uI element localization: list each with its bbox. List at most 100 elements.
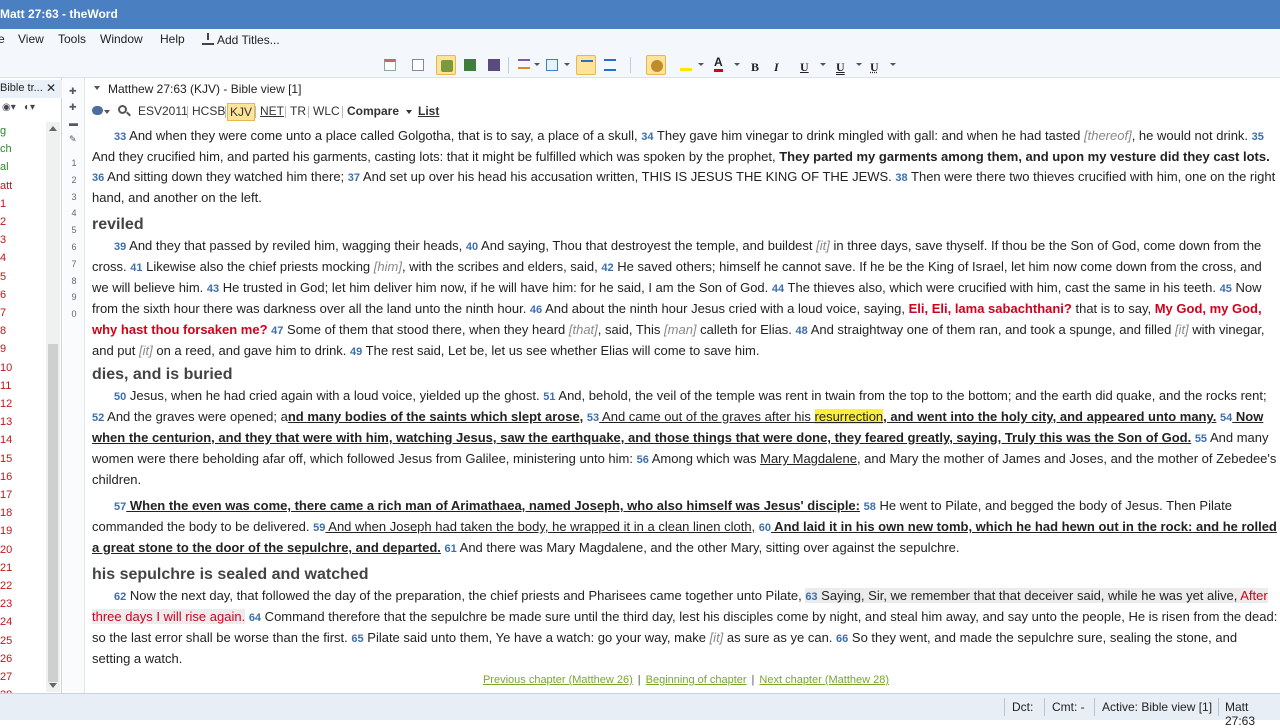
number-shortcut[interactable]: 3 <box>63 192 85 202</box>
number-shortcut[interactable]: 5 <box>63 225 85 235</box>
menu-edit-partial[interactable]: e <box>0 32 5 46</box>
verse-number[interactable]: 36 <box>92 172 104 184</box>
tree-item[interactable]: 27 <box>0 670 12 684</box>
compare-button[interactable]: Compare <box>345 103 414 119</box>
list-link[interactable]: List <box>416 103 441 119</box>
tree-item[interactable]: 19 <box>0 524 12 538</box>
verse-number[interactable]: 33 <box>114 131 126 143</box>
verse-number[interactable]: 56 <box>637 454 649 466</box>
calendar-button[interactable] <box>380 55 400 75</box>
tree-item[interactable]: att <box>0 179 12 193</box>
tree-item[interactable]: 15 <box>0 452 12 466</box>
font-color-button[interactable]: A <box>710 55 730 75</box>
tree-item[interactable]: 14 <box>0 433 12 447</box>
layout-dropdown-arrow[interactable] <box>564 63 570 66</box>
verse-number[interactable]: 51 <box>543 391 555 403</box>
tree-item[interactable]: 10 <box>0 361 12 375</box>
number-shortcut[interactable]: 7 <box>63 259 85 269</box>
tree-item[interactable]: 5 <box>0 270 6 284</box>
double-underline-dropdown-arrow[interactable] <box>856 63 862 66</box>
tree-item[interactable]: 20 <box>0 543 12 557</box>
tree-item[interactable]: 2 <box>0 215 6 229</box>
verse-number[interactable]: 42 <box>601 262 613 274</box>
tree-item[interactable]: ch <box>0 142 12 156</box>
number-shortcut[interactable]: 4 <box>63 208 85 218</box>
scroll-down-icon[interactable] <box>49 683 57 688</box>
bold-button[interactable]: B <box>746 55 766 75</box>
verse-number[interactable]: 61 <box>445 543 457 555</box>
collapse-arrow-icon[interactable] <box>94 86 100 90</box>
verse-number[interactable]: 45 <box>1220 283 1232 295</box>
tree-item[interactable]: 18 <box>0 506 12 520</box>
sync-button[interactable] <box>436 55 456 75</box>
tree-item[interactable]: 13 <box>0 415 12 429</box>
verse-number[interactable]: 44 <box>772 283 784 295</box>
verse-number[interactable]: 66 <box>836 633 848 645</box>
layout-button[interactable] <box>542 55 562 75</box>
tree-item[interactable]: 1 <box>0 197 6 211</box>
left-panel-scrollbar[interactable] <box>46 122 60 692</box>
globe-icon[interactable]: ◉▾ <box>2 102 16 113</box>
verse-number[interactable]: 52 <box>92 412 104 424</box>
tree-item[interactable]: al <box>0 160 9 174</box>
menu-view[interactable]: View <box>18 32 44 46</box>
verse-number[interactable]: 35 <box>1252 131 1264 143</box>
verse-number[interactable]: 55 <box>1195 433 1207 445</box>
pen-icon[interactable]: ✎ <box>69 134 79 144</box>
search-icon[interactable] <box>116 104 132 118</box>
tree-item[interactable]: 9 <box>0 342 6 356</box>
verse-number[interactable]: 60 <box>759 522 771 534</box>
verse-number[interactable]: 54 <box>1220 412 1232 424</box>
beginning-of-chapter-link[interactable]: Beginning of chapter <box>646 674 747 686</box>
verse-number[interactable]: 43 <box>207 283 219 295</box>
tab-kjv[interactable]: KJV <box>227 103 255 121</box>
tree-item[interactable]: 26 <box>0 652 12 666</box>
number-shortcut[interactable]: 9 <box>63 292 85 302</box>
verse-number[interactable]: 59 <box>313 522 325 534</box>
tree-item[interactable]: 12 <box>0 397 12 411</box>
plus-icon[interactable]: ✚ <box>69 86 79 96</box>
tree-item[interactable]: 4 <box>0 251 6 265</box>
tree-item[interactable]: 7 <box>0 306 6 320</box>
tree-item[interactable]: 24 <box>0 615 12 629</box>
scroll-up-icon[interactable] <box>49 126 57 131</box>
verse-number[interactable]: 57 <box>114 501 126 513</box>
tab-net[interactable]: NET <box>258 103 286 119</box>
verse-number[interactable]: 50 <box>114 391 126 403</box>
verse-number[interactable]: 62 <box>114 591 126 603</box>
verse-number-current[interactable]: 63 <box>805 591 817 603</box>
scroll-thumb[interactable] <box>48 344 58 682</box>
verse-number[interactable]: 53 <box>587 412 599 424</box>
verse-number[interactable]: 41 <box>130 262 142 274</box>
highlight-tool-button[interactable] <box>646 55 666 75</box>
list-button[interactable] <box>514 55 534 75</box>
minus-icon[interactable]: ▬ <box>69 118 79 128</box>
number-shortcut[interactable]: 8 <box>63 276 85 286</box>
marker-icon[interactable]: ✚ <box>69 102 79 112</box>
previous-chapter-link[interactable]: Previous chapter (Matthew 26) <box>483 674 633 686</box>
tree-item[interactable]: 11 <box>0 379 11 393</box>
underline-button[interactable]: U <box>796 55 816 75</box>
tab-esv2011[interactable]: ESV2011 <box>136 103 190 119</box>
verse-number[interactable]: 48 <box>796 325 808 337</box>
next-chapter-link[interactable]: Next chapter (Matthew 28) <box>759 674 889 686</box>
tab-tr[interactable]: TR <box>288 103 308 119</box>
number-shortcut[interactable]: 0 <box>63 309 85 319</box>
menu-tools[interactable]: Tools <box>58 32 86 46</box>
double-underline-button[interactable]: U <box>832 55 852 75</box>
tree-item[interactable]: 16 <box>0 470 12 484</box>
tree-item[interactable]: 21 <box>0 561 12 575</box>
verse-number[interactable]: 58 <box>864 501 876 513</box>
highlighter-button[interactable] <box>676 55 696 75</box>
module-settings-icon[interactable] <box>92 104 108 118</box>
tree-item[interactable]: 17 <box>0 488 12 502</box>
underline-dropdown-arrow[interactable] <box>820 63 826 66</box>
number-shortcut[interactable]: 6 <box>63 242 85 252</box>
verse-number[interactable]: 64 <box>249 612 261 624</box>
tab-wlc[interactable]: WLC <box>311 103 342 119</box>
verse-number[interactable]: 38 <box>895 172 907 184</box>
dotted-underline-dropdown-arrow[interactable] <box>890 63 896 66</box>
highlighter-dropdown-arrow[interactable] <box>698 63 704 66</box>
settings-icon[interactable]: ◐▾ <box>24 102 35 113</box>
menu-window[interactable]: Window <box>100 32 143 46</box>
